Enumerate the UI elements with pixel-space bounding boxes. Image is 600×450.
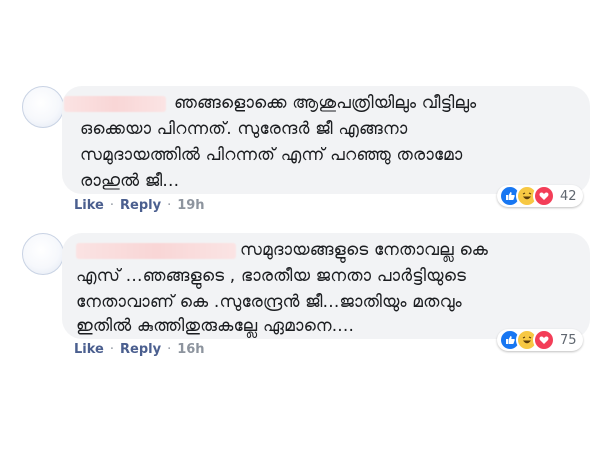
comment-text-line: ഞങ്ങളൊക്കെ ആശുപത്രിയിലും വീട്ടിലും <box>174 93 477 113</box>
timestamp[interactable]: 19h <box>177 198 204 213</box>
comment-text-line: രാഹുൽ ജീ... <box>80 171 180 191</box>
comment-text-line: സമുദായങ്ങളുടെ നേതാവല്ല കെ <box>240 240 489 260</box>
comment-actions: Like · Reply · 19h <box>74 198 205 213</box>
comment-text-line: എസ് ...ഞങ്ങളുടെ , ഭാരതീയ ജനതാ പാർട്ടിയുട… <box>76 266 467 286</box>
avatar[interactable] <box>22 86 64 128</box>
separator: · <box>109 342 114 357</box>
comment-text-line: ഇതിൽ കുത്തിതുരുകല്ലേ ഏമാനെ.... <box>76 316 355 336</box>
separator: · <box>167 198 172 213</box>
reaction-count: 75 <box>560 332 577 348</box>
reactions-summary[interactable]: 75 <box>497 329 583 351</box>
comment-actions: Like · Reply · 16h <box>74 342 205 357</box>
love-icon <box>533 329 555 351</box>
separator: · <box>167 342 172 357</box>
comment-bubble: സമുദായങ്ങളുടെ നേതാവല്ല കെ എസ് ...ഞങ്ങളുട… <box>62 233 590 339</box>
reaction-count: 42 <box>560 188 577 204</box>
reply-link[interactable]: Reply <box>120 342 161 357</box>
comment-text-line: സമുദായത്തിൽ പിറന്നത് എന്ന് പറഞ്ഞു തരാമോ <box>80 145 463 165</box>
love-icon <box>533 185 555 207</box>
reactions-summary[interactable]: 42 <box>497 185 583 207</box>
separator: · <box>109 198 114 213</box>
reply-link[interactable]: Reply <box>120 198 161 213</box>
timestamp[interactable]: 16h <box>177 342 204 357</box>
comment-bubble: ഞങ്ങളൊക്കെ ആശുപത്രിയിലും വീട്ടിലും ഒക്കെ… <box>62 86 590 194</box>
like-link[interactable]: Like <box>74 342 104 357</box>
redacted-username <box>76 243 236 259</box>
like-link[interactable]: Like <box>74 198 104 213</box>
comment-text-line: നേതാവാണ് കെ .സുരേന്ദ്രൻ ജീ...ജാതിയും മതവ… <box>76 292 462 312</box>
comment-text-line: ഒക്കെയാ പിറന്നത്. സുരേന്ദർ ജീ എങ്ങനാ <box>80 119 408 139</box>
redacted-username <box>64 96 166 112</box>
avatar[interactable] <box>22 233 64 275</box>
